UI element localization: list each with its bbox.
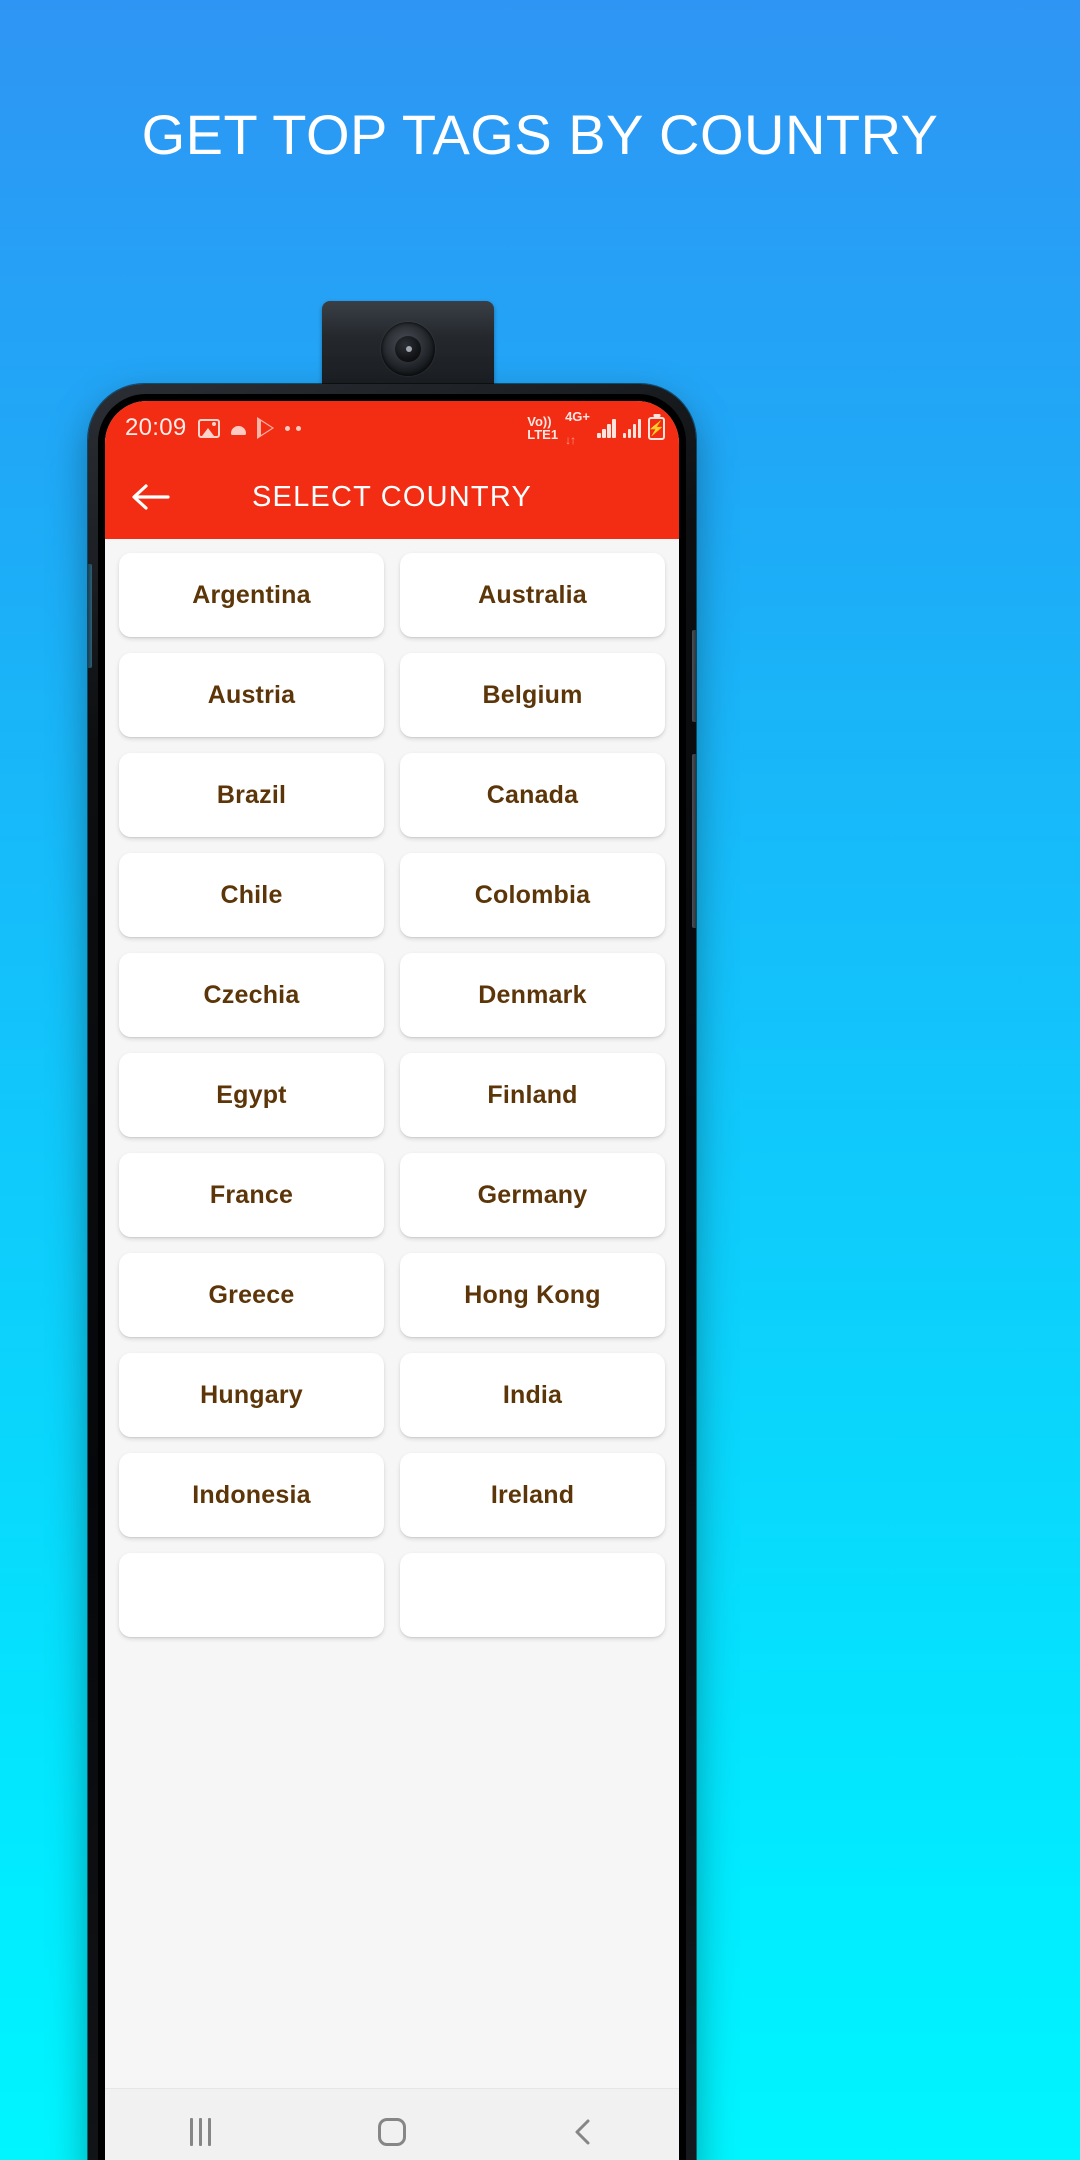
status-bar-left: 20:09 bbox=[125, 414, 301, 442]
back-arrow-icon[interactable] bbox=[127, 474, 173, 520]
country-card[interactable]: Canada bbox=[400, 753, 665, 837]
country-card-label: Ireland bbox=[490, 1480, 575, 1509]
country-card[interactable]: Ireland bbox=[400, 1453, 665, 1537]
country-card[interactable]: Australia bbox=[400, 553, 665, 637]
volume-button[interactable] bbox=[692, 754, 696, 928]
status-time: 20:09 bbox=[125, 414, 187, 441]
country-card[interactable]: Czechia bbox=[119, 953, 384, 1037]
country-card[interactable]: Hong Kong bbox=[400, 1253, 665, 1337]
back-chevron-icon bbox=[575, 2119, 590, 2144]
popup-camera-module bbox=[322, 301, 494, 393]
network-label: 4G+ bbox=[565, 408, 590, 424]
country-card[interactable]: Brazil bbox=[119, 753, 384, 837]
app-bar: SELECT COUNTRY bbox=[105, 455, 679, 539]
status-bar-right: Vo)) LTE1 4G+ ↓↑ ⚡ bbox=[527, 408, 666, 448]
country-card[interactable]: Chile bbox=[119, 853, 384, 937]
home-button[interactable] bbox=[347, 2102, 437, 2160]
country-card[interactable]: Austria bbox=[119, 653, 384, 737]
battery-charging-icon: ⚡ bbox=[647, 416, 666, 440]
country-grid: Argentina Australia Austria Belgium Brazil Ca… bbox=[119, 553, 665, 1637]
country-card-label: Austria bbox=[207, 680, 296, 709]
country-card-label: Colombia bbox=[474, 880, 591, 909]
country-card-label: Germany bbox=[477, 1180, 588, 1209]
network-arrows-icon: ↓↑ bbox=[565, 433, 576, 448]
country-card-label: Hungary bbox=[200, 1380, 303, 1409]
promo-screenshot: GET TOP TAGS BY COUNTRY 20:09 Vo)) LTE1 … bbox=[0, 0, 1080, 2160]
network-indicator: 4G+ ↓↑ bbox=[565, 408, 590, 448]
country-list-container[interactable]: Argentina Australia Austria Belgium Brazil Ca… bbox=[105, 539, 679, 2160]
country-card-label: Chile bbox=[220, 880, 283, 909]
page-title: SELECT COUNTRY bbox=[251, 480, 532, 513]
side-button-left[interactable] bbox=[88, 564, 92, 668]
country-card-label: Canada bbox=[486, 780, 579, 809]
camera-lens-highlight bbox=[406, 345, 413, 352]
battery-bolt-glyph: ⚡ bbox=[647, 420, 666, 436]
status-bar: 20:09 Vo)) LTE1 4G+ ↓↑ ⚡ bbox=[105, 401, 679, 455]
country-card-label: Argentina bbox=[192, 580, 311, 609]
country-card[interactable]: Hungary bbox=[119, 1353, 384, 1437]
volte-line-1: Vo)) bbox=[527, 413, 552, 429]
recents-button[interactable] bbox=[156, 2102, 246, 2160]
country-card[interactable]: Germany bbox=[400, 1153, 665, 1237]
network-type: 4G+ ↓↑ bbox=[565, 408, 590, 448]
country-card[interactable]: Denmark bbox=[400, 953, 665, 1037]
more-dots-icon bbox=[284, 425, 301, 431]
country-card[interactable]: Argentina bbox=[119, 553, 384, 637]
country-card[interactable]: Greece bbox=[119, 1253, 384, 1337]
country-card-label: Denmark bbox=[478, 980, 587, 1009]
country-card-label: India bbox=[502, 1380, 563, 1409]
volte-indicator: Vo)) LTE1 bbox=[527, 413, 559, 442]
country-card[interactable]: Belgium bbox=[400, 653, 665, 737]
country-card[interactable] bbox=[119, 1553, 384, 1637]
country-card-label: Australia bbox=[478, 580, 587, 609]
play-store-icon bbox=[256, 417, 274, 439]
country-card[interactable]: Finland bbox=[400, 1053, 665, 1137]
country-card-label: Belgium bbox=[482, 680, 583, 709]
country-card[interactable]: India bbox=[400, 1353, 665, 1437]
camera-lens-ring bbox=[381, 321, 435, 376]
power-button[interactable] bbox=[692, 630, 696, 722]
back-button[interactable] bbox=[538, 2102, 628, 2160]
gallery-icon bbox=[197, 418, 220, 438]
country-card-label: France bbox=[209, 1180, 294, 1209]
country-card-label: Hong Kong bbox=[464, 1280, 601, 1309]
cloud-icon bbox=[230, 425, 246, 435]
country-card-label: Indonesia bbox=[192, 1480, 311, 1509]
country-card-label: Greece bbox=[208, 1280, 295, 1309]
volte-line-2: LTE1 bbox=[527, 427, 559, 442]
signal-bars-sim1-icon bbox=[597, 418, 616, 438]
signal-bars-sim2-icon bbox=[622, 418, 641, 438]
country-card[interactable]: France bbox=[119, 1153, 384, 1237]
country-card-label: Egypt bbox=[216, 1080, 287, 1109]
country-card-label: Finland bbox=[487, 1080, 578, 1109]
country-card[interactable] bbox=[400, 1553, 665, 1637]
phone-frame: 20:09 Vo)) LTE1 4G+ ↓↑ ⚡ SELECT COUNTRY … bbox=[88, 384, 696, 2160]
promo-headline: GET TOP TAGS BY COUNTRY bbox=[141, 103, 939, 166]
phone-screen: 20:09 Vo)) LTE1 4G+ ↓↑ ⚡ SELECT COUNTRY … bbox=[105, 401, 679, 2160]
recents-icon bbox=[190, 2117, 212, 2146]
country-card[interactable]: Indonesia bbox=[119, 1453, 384, 1537]
country-card-label: Brazil bbox=[216, 780, 287, 809]
country-card[interactable]: Colombia bbox=[400, 853, 665, 937]
home-icon bbox=[377, 2117, 406, 2146]
country-card[interactable]: Egypt bbox=[119, 1053, 384, 1137]
system-navigation-bar bbox=[105, 2088, 679, 2160]
country-card-label: Czechia bbox=[203, 980, 300, 1009]
